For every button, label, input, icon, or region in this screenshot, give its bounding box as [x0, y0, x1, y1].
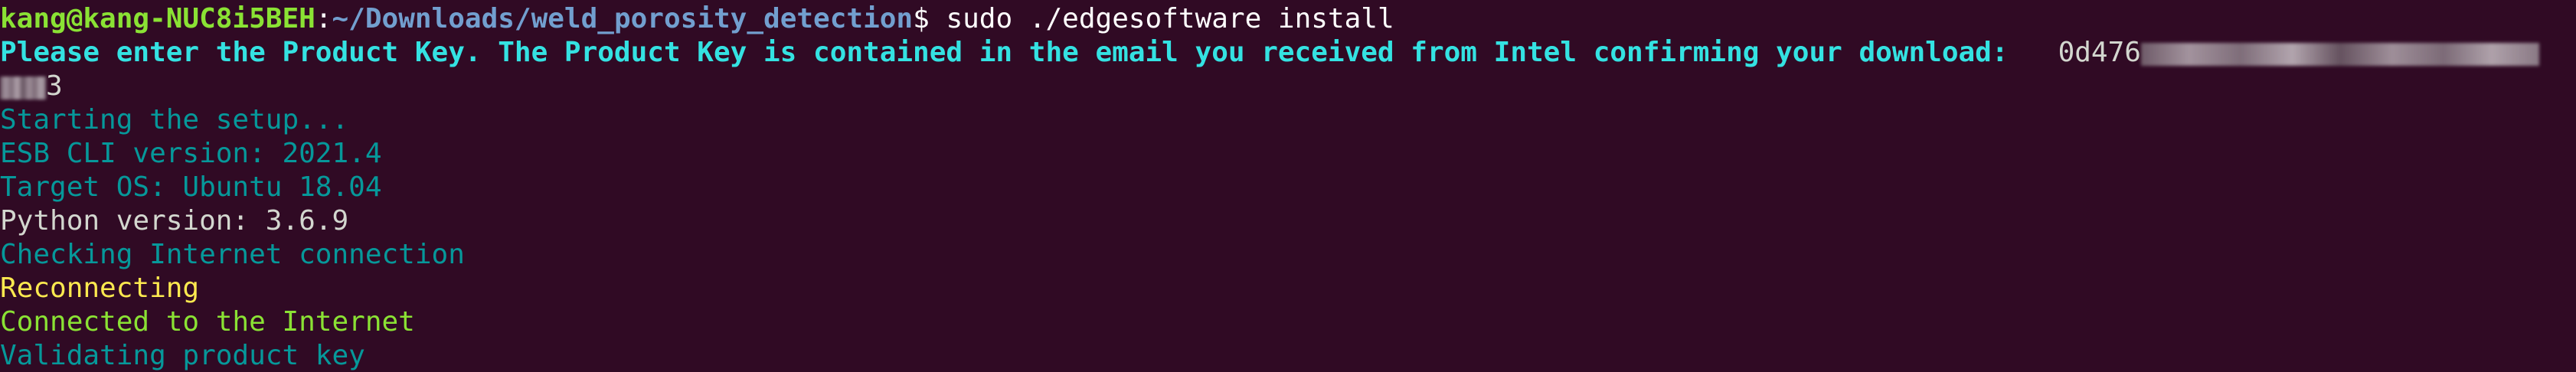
- redacted-key-blur-2: [0, 77, 46, 100]
- prompt-symbol: $: [913, 3, 930, 34]
- product-key-end: 3: [46, 70, 63, 102]
- command-text: sudo ./edgesoftware install: [929, 3, 1394, 34]
- output-line-target-os: Target OS: Ubuntu 18.04: [0, 171, 382, 203]
- prompt-user-host: kang@kang-NUC8i5BEH: [0, 3, 315, 34]
- prompt-path: ~/Downloads/weld_porosity_detection: [332, 3, 914, 34]
- output-line-connected: Connected to the Internet: [0, 306, 415, 338]
- product-key-start: 0d476: [2025, 37, 2141, 68]
- output-line-starting-setup: Starting the setup...: [0, 104, 349, 135]
- product-key-prompt-line: Please enter the Product Key. The Produc…: [0, 36, 2539, 70]
- product-key-prompt: Please enter the Product Key. The Produc…: [0, 37, 2025, 68]
- prompt-line: kang@kang-NUC8i5BEH:~/Downloads/weld_por…: [0, 2, 1394, 36]
- output-line-cli-version: ESB CLI version: 2021.4: [0, 138, 382, 169]
- output-line-python-version: Python version: 3.6.9: [0, 205, 349, 237]
- output-line-reconnecting: Reconnecting: [0, 272, 200, 304]
- redacted-key-blur: [2140, 43, 2539, 66]
- terminal-window[interactable]: kang@kang-NUC8i5BEH:~/Downloads/weld_por…: [0, 0, 2576, 372]
- output-line-validating-key: Validating product key: [0, 340, 365, 371]
- prompt-colon: :: [315, 3, 332, 34]
- product-key-continuation-line: 3: [0, 70, 63, 103]
- output-line-checking-internet: Checking Internet connection: [0, 239, 465, 270]
